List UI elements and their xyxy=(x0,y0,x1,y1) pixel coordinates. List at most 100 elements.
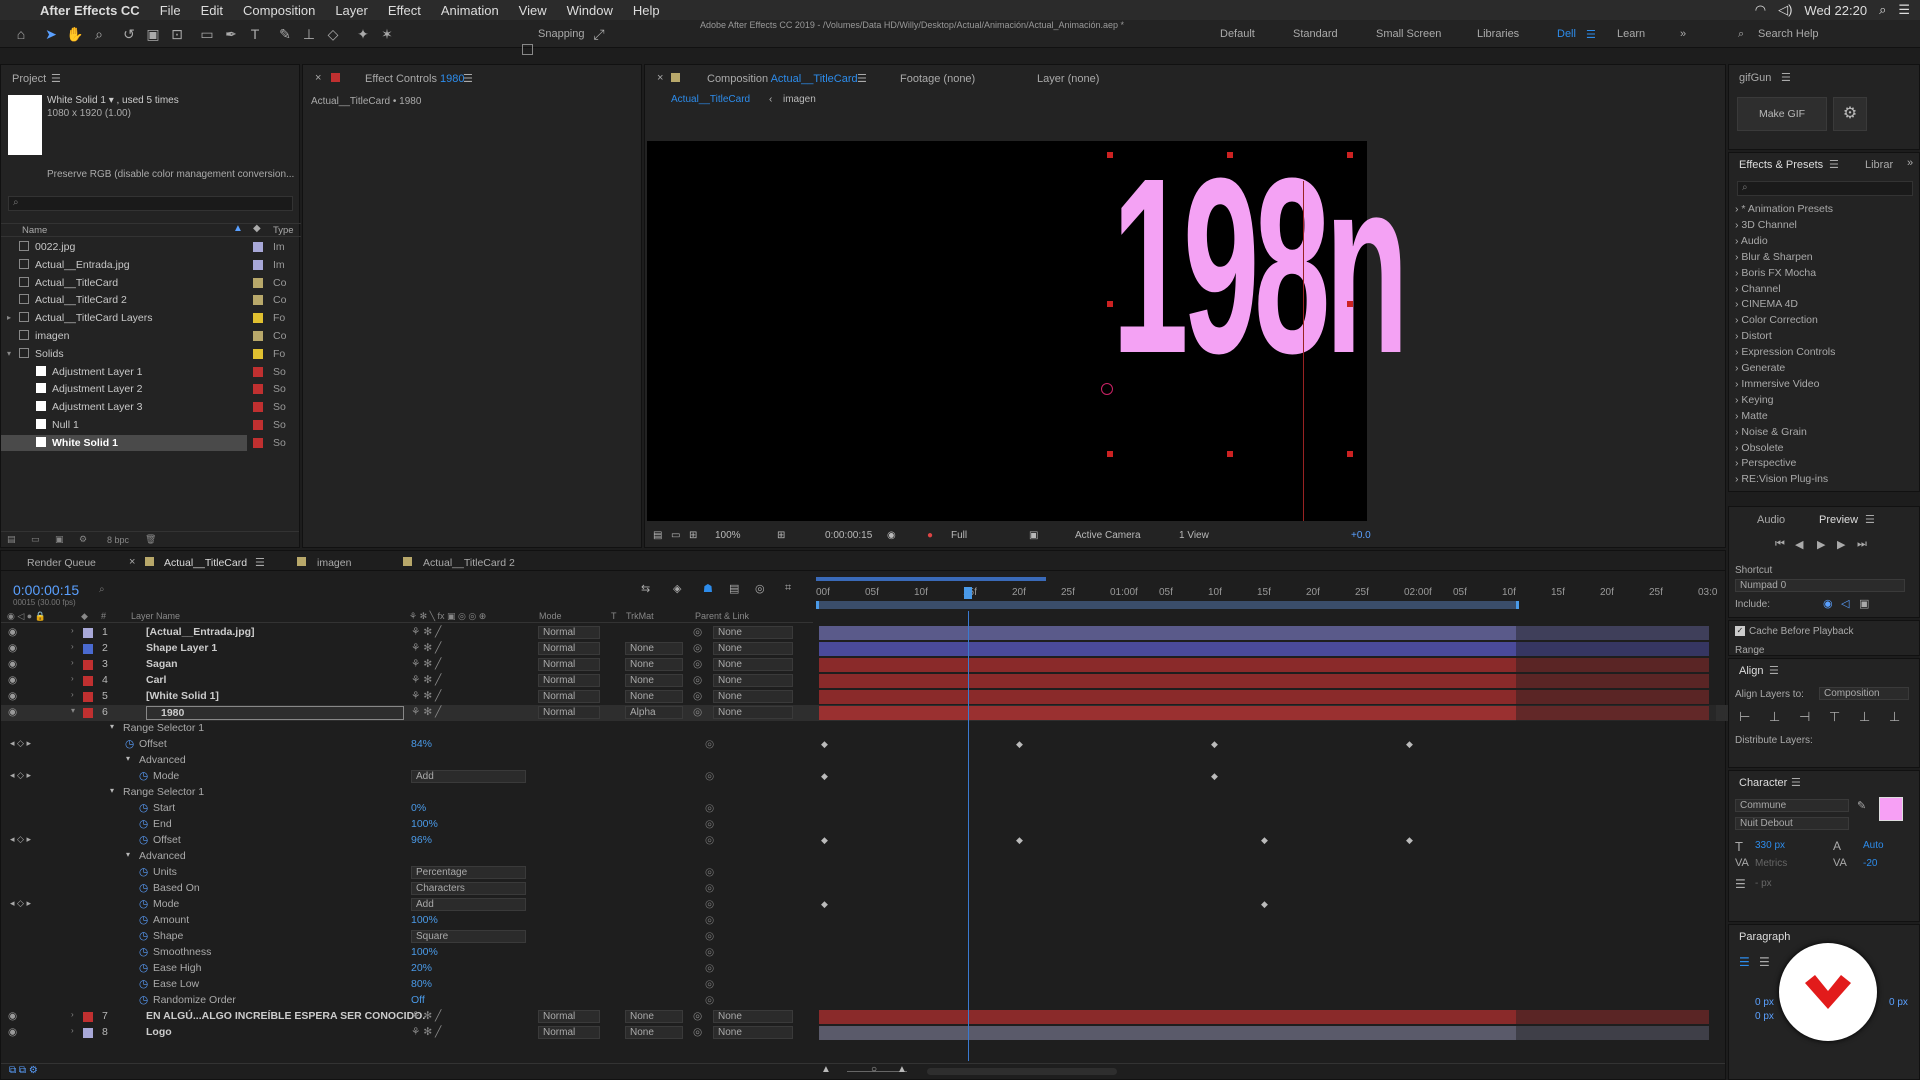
zoom-dropdown[interactable]: 100% xyxy=(715,530,741,541)
stopwatch-icon[interactable]: ◷ xyxy=(139,994,148,1006)
layer-trkmat-dropdown[interactable]: None xyxy=(625,1010,683,1023)
item-color-label[interactable] xyxy=(253,242,263,252)
more-workspaces-icon[interactable]: » xyxy=(1680,28,1686,40)
layer-trkmat-dropdown[interactable]: None xyxy=(625,642,683,655)
layer-trkmat-dropdown[interactable]: None xyxy=(625,658,683,671)
align-top-icon[interactable]: ⊤ xyxy=(1829,709,1840,725)
bpc-label[interactable]: 8 bpc xyxy=(107,535,129,545)
include-video-icon[interactable]: ◉ xyxy=(1823,597,1833,610)
workspace-menu-icon[interactable]: ☰ xyxy=(1586,28,1596,41)
effect-category[interactable]: › Expression Controls xyxy=(1735,346,1835,362)
property-value[interactable]: 100% xyxy=(411,946,438,958)
brush-tool-icon[interactable]: ✎ xyxy=(276,25,294,43)
layer-color-label[interactable] xyxy=(83,1028,93,1038)
layer-trkmat-dropdown[interactable]: None xyxy=(625,690,683,703)
keyframe-nav-icon[interactable]: ◂ ◇ ▸ xyxy=(10,898,31,909)
property-row[interactable]: ◷ Based On Characters ◎ xyxy=(1,881,1728,897)
project-item[interactable]: Actual__TitleCard Co xyxy=(1,275,299,291)
interpret-footage-icon[interactable]: ▤ xyxy=(7,534,16,545)
pen-tool-icon[interactable]: ✒ xyxy=(222,25,240,43)
property-row[interactable]: ◷ Randomize Order Off ◎ xyxy=(1,993,1728,1009)
expand-arrow-icon[interactable]: ▸ xyxy=(7,313,11,322)
footage-tab[interactable]: Footage (none) xyxy=(900,73,975,85)
align-left-text-icon[interactable]: ☰ xyxy=(1739,955,1750,969)
selection-tool-icon[interactable]: ➤ xyxy=(42,25,60,43)
comp-mini-flowchart-icon[interactable]: ⇆ xyxy=(641,582,650,595)
sort-arrow-icon[interactable]: ▲ xyxy=(233,223,243,234)
stopwatch-icon[interactable]: ◷ xyxy=(139,834,148,846)
layer-switches-icon[interactable]: ⚘ ✻ ╱ xyxy=(411,1026,441,1038)
property-row[interactable]: ◂ ◇ ▸ ◷ Mode Add ◎ ◆ ◆ xyxy=(1,897,1728,913)
property-value[interactable]: 100% xyxy=(411,914,438,926)
layer-row[interactable]: ◉ › 8 Logo ⚘ ✻ ╱ Normal None ◎ None xyxy=(1,1025,1728,1041)
spotlight-icon[interactable]: ⌕ xyxy=(1879,2,1886,18)
workspace-standard[interactable]: Standard xyxy=(1293,28,1338,40)
layer-parent-dropdown[interactable]: None xyxy=(713,674,793,687)
camera-dropdown[interactable]: Active Camera xyxy=(1075,530,1141,541)
property-row[interactable]: ◂ ◇ ▸ ◷ Mode Add ◎ ◆ ◆ xyxy=(1,769,1728,785)
timeline-search-input[interactable]: ⌕ xyxy=(99,584,299,598)
comp-menu-icon[interactable]: ☰ xyxy=(857,72,867,85)
pan-behind-tool-icon[interactable]: ⊡ xyxy=(168,25,186,43)
first-frame-icon[interactable]: ⏮ xyxy=(1775,538,1785,551)
item-color-label[interactable] xyxy=(253,295,263,306)
label-header-icon[interactable]: ◆ xyxy=(253,223,261,234)
property-row[interactable]: ◷ Start 0% ◎ xyxy=(1,801,1728,817)
property-dropdown[interactable]: Characters xyxy=(411,882,526,895)
property-row[interactable]: ◷ Smoothness 100% ◎ xyxy=(1,945,1728,961)
search-icon[interactable]: ⌕ xyxy=(1738,28,1744,41)
indent-left-value[interactable]: 0 px xyxy=(1755,997,1774,1008)
menu-list-icon[interactable]: ☰ xyxy=(1898,2,1910,18)
expand-arrow-icon[interactable]: › xyxy=(71,1010,74,1019)
layer-switches-icon[interactable]: ⚘ ✻ ╱ xyxy=(411,626,441,638)
search-help[interactable]: Search Help xyxy=(1758,28,1819,40)
effect-controls-tab[interactable]: Effect Controls 1980 xyxy=(365,73,465,85)
next-frame-icon[interactable]: ▶ xyxy=(1837,538,1845,551)
motion-blur-icon[interactable]: ◎ xyxy=(755,582,765,595)
shy-layers-icon[interactable]: ☗ xyxy=(703,582,713,595)
col-type-header[interactable]: Type xyxy=(273,225,294,236)
type-tool-icon[interactable]: T xyxy=(246,25,264,43)
playhead-handle[interactable] xyxy=(964,587,972,599)
include-overlay-icon[interactable]: ▣ xyxy=(1859,597,1869,610)
menu-effect[interactable]: Effect xyxy=(388,3,421,18)
grid-icon[interactable]: ⊞ xyxy=(777,530,785,541)
viewer-timecode[interactable]: 0:00:00:15 xyxy=(825,530,872,541)
layer-color-label[interactable] xyxy=(83,660,93,670)
zoom-tool-icon[interactable]: ⌕ xyxy=(90,25,108,43)
expression-pickwhip-icon[interactable]: ◎ xyxy=(705,802,714,814)
wifi-icon[interactable]: ◠ xyxy=(1755,2,1766,18)
character-tab[interactable]: Character xyxy=(1739,777,1787,789)
project-menu-icon[interactable]: ☰ xyxy=(51,72,61,85)
layer-color-label[interactable] xyxy=(83,676,93,686)
effects-menu-icon[interactable]: ☰ xyxy=(1829,158,1839,171)
property-row[interactable]: ▾ Range Selector 1 xyxy=(1,785,1728,801)
close-icon[interactable]: × xyxy=(315,72,321,84)
item-color-label[interactable] xyxy=(253,366,263,377)
item-color-label[interactable] xyxy=(253,437,263,448)
include-audio-icon[interactable]: ◁ xyxy=(1841,597,1849,610)
expression-pickwhip-icon[interactable]: ◎ xyxy=(705,738,714,750)
project-search-input[interactable]: ⌕ xyxy=(8,196,293,211)
expression-pickwhip-icon[interactable]: ◎ xyxy=(705,994,714,1006)
layer-name[interactable]: [Actual__Entrada.jpg] xyxy=(146,626,255,638)
keyframe-icon[interactable]: ◆ xyxy=(1406,835,1413,846)
item-color-label[interactable] xyxy=(253,348,263,359)
layer-mode-dropdown[interactable]: Normal xyxy=(538,706,600,719)
make-gif-button[interactable]: Make GIF xyxy=(1737,97,1827,131)
trash-icon[interactable]: 🗑 xyxy=(145,534,156,545)
color-channel-icon[interactable]: ● xyxy=(927,530,933,541)
comp-canvas[interactable]: 198n xyxy=(647,141,1409,521)
stopwatch-icon[interactable]: ◷ xyxy=(139,978,148,990)
indent-first-value[interactable]: 0 px xyxy=(1755,1011,1774,1022)
item-color-label[interactable] xyxy=(253,420,263,430)
effects-search-input[interactable]: ⌕ xyxy=(1737,181,1913,196)
layer-name[interactable]: EN ALGÚ...ALGO INCREÍBLE ESPERA SER CONO… xyxy=(146,1010,425,1022)
stopwatch-icon[interactable]: ◷ xyxy=(139,882,148,894)
layer-mode-dropdown[interactable]: Normal xyxy=(538,642,600,655)
gifgun-tab[interactable]: gifGun xyxy=(1739,72,1771,84)
property-value[interactable]: Off xyxy=(411,994,425,1006)
property-row[interactable]: ◷ Ease Low 80% ◎ xyxy=(1,977,1728,993)
item-color-label[interactable] xyxy=(253,402,263,413)
property-dropdown[interactable]: Square xyxy=(411,930,526,943)
